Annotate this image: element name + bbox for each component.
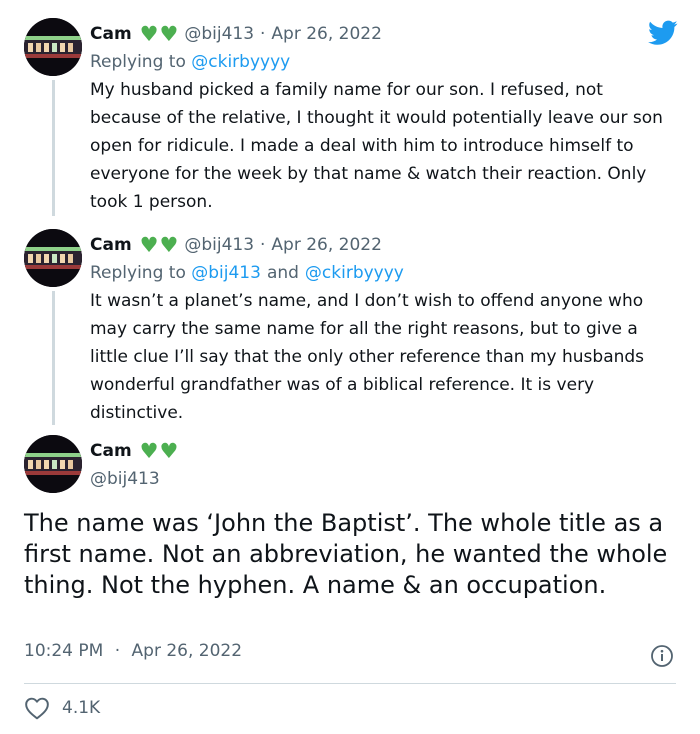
- thread-line: [52, 291, 55, 425]
- user-handle[interactable]: @bij413: [184, 235, 254, 255]
- like-button[interactable]: 4.1K: [24, 694, 100, 722]
- separator: ·: [260, 235, 266, 255]
- display-name[interactable]: Cam: [90, 235, 132, 255]
- thread-line: [52, 80, 55, 216]
- separator: ·: [114, 641, 121, 661]
- heart-outline-icon: [25, 697, 49, 720]
- green-heart-icon: ♥ ♥: [139, 21, 179, 46]
- tweet-text: My husband picked a family name for our …: [90, 80, 663, 212]
- separator: ·: [260, 24, 266, 44]
- user-handle-line: @bij413: [90, 465, 678, 493]
- display-name[interactable]: Cam: [90, 441, 132, 461]
- tweet-date[interactable]: Apr 26, 2022: [132, 641, 243, 661]
- replying-to: Replying to @ckirbyyyy: [90, 48, 678, 76]
- user-handle[interactable]: @bij413: [90, 469, 160, 489]
- like-count: 4.1K: [62, 698, 101, 718]
- avatar[interactable]: [24, 18, 82, 76]
- tweet-date[interactable]: Apr 26, 2022: [271, 24, 382, 44]
- user-handle[interactable]: @bij413: [184, 24, 254, 44]
- avatar[interactable]: [24, 229, 82, 287]
- replying-prefix: Replying to: [90, 52, 186, 72]
- tweet-timestamp[interactable]: 10:24 PM · Apr 26, 2022: [24, 641, 242, 661]
- replying-prefix: Replying to: [90, 263, 186, 283]
- reply-mention[interactable]: @ckirbyyyy: [191, 52, 290, 72]
- reply-mention[interactable]: @ckirbyyyy: [305, 263, 404, 283]
- info-icon[interactable]: [650, 644, 674, 668]
- reply-joiner: and: [266, 263, 299, 283]
- green-heart-icon: ♥ ♥: [139, 438, 179, 463]
- reply-mention[interactable]: @bij413: [191, 263, 261, 283]
- tweet-time[interactable]: 10:24 PM: [24, 641, 103, 661]
- tweet-header: Cam ♥ ♥: [90, 437, 678, 465]
- avatar[interactable]: [24, 435, 82, 493]
- tweet-header: Cam ♥ ♥ @bij413 · Apr 26, 2022: [90, 20, 678, 48]
- green-heart-icon: ♥ ♥: [139, 232, 179, 257]
- main-tweet-text: The name was ‘John the Baptist’. The who…: [24, 509, 668, 599]
- display-name[interactable]: Cam: [90, 24, 132, 44]
- tweet-date[interactable]: Apr 26, 2022: [271, 235, 382, 255]
- tweet-text: It wasn’t a planet’s name, and I don’t w…: [90, 291, 645, 423]
- divider: [24, 683, 676, 684]
- tweet-header: Cam ♥ ♥ @bij413 · Apr 26, 2022: [90, 231, 678, 259]
- replying-to: Replying to @bij413 and @ckirbyyyy: [90, 259, 678, 287]
